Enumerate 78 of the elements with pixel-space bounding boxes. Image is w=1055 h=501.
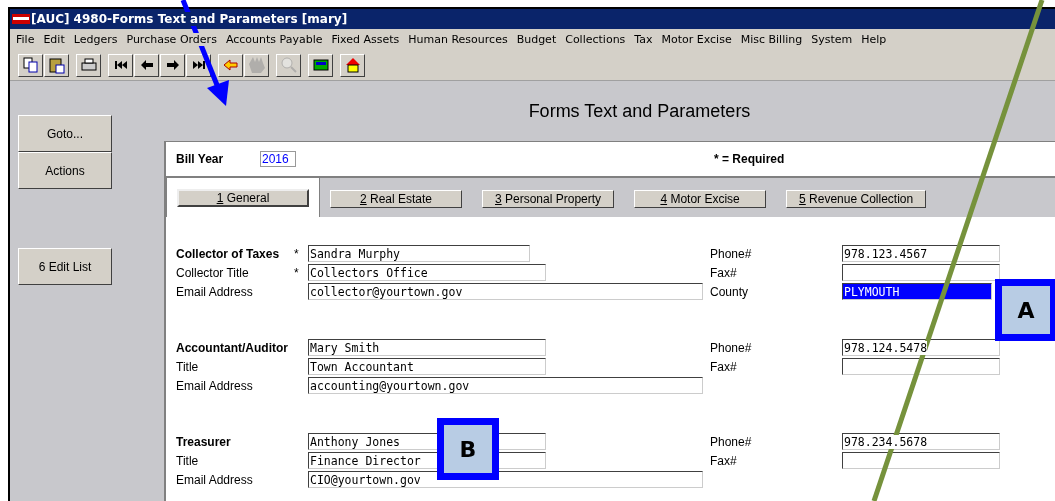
input-field[interactable]: Town Accountant [308, 358, 546, 375]
field-label: Collector of Taxes [176, 246, 281, 261]
menu-item[interactable]: Collections [565, 33, 626, 46]
menu-item[interactable]: Misc Billing [740, 33, 803, 46]
field-label: Phone# [710, 246, 752, 261]
field-label: Phone# [710, 340, 752, 355]
tab[interactable]: 5 Revenue Collection [786, 190, 927, 208]
input-field[interactable] [842, 452, 1000, 469]
input-field[interactable]: 978.124.5478 [842, 339, 1000, 356]
toolbar-button[interactable] [44, 53, 69, 77]
field-label: Accountant/Auditor [176, 340, 289, 355]
field-label: Phone# [710, 434, 752, 449]
input-field[interactable]: accounting@yourtown.gov [308, 377, 703, 394]
menu-item[interactable]: Help [861, 33, 887, 46]
field-label: County [710, 284, 749, 299]
field-label: Collector Title [176, 265, 250, 280]
field-label: Fax# [710, 265, 737, 280]
field-label: Email Address [176, 378, 254, 393]
page-title: Forms Text and Parameters [527, 100, 752, 123]
menu-item[interactable]: Budget [516, 33, 557, 46]
input-field[interactable]: 978.123.4567 [842, 245, 1000, 262]
calculator-icon [311, 56, 330, 74]
menu-item[interactable]: Motor Excise [661, 33, 732, 46]
side-button[interactable]: Goto... [18, 115, 112, 152]
required-mark: * [294, 246, 300, 261]
field-label: Fax# [710, 453, 737, 468]
app-icon [12, 14, 30, 24]
tab[interactable]: 2 Real Estate [330, 190, 462, 208]
toolbar-button[interactable] [18, 53, 43, 77]
field-label: Title [176, 453, 200, 468]
tab[interactable]: 3 Personal Property [482, 190, 615, 208]
field-label: Treasurer [176, 434, 232, 449]
toolbar-button[interactable] [160, 53, 185, 77]
hand-icon [247, 56, 266, 74]
window-title: [AUC] 4980-Forms Text and Parameters [mary] [31, 12, 348, 26]
toolbar-button[interactable] [340, 53, 365, 77]
menu-item[interactable]: System [811, 33, 853, 46]
printer-icon [79, 56, 98, 74]
input-field[interactable] [842, 358, 1000, 375]
side-button[interactable]: 6 Edit List [18, 248, 112, 285]
input-field[interactable]: Sandra Murphy [308, 245, 530, 262]
menu-item[interactable]: Accounts Payable [225, 33, 323, 46]
input-field[interactable]: CIO@yourtown.gov [308, 471, 703, 488]
required-mark: * [294, 265, 300, 280]
copy-icon [21, 56, 40, 74]
input-field[interactable]: 978.234.5678 [842, 433, 1000, 450]
exit-arrow-icon [221, 56, 240, 74]
input-field[interactable]: Collectors Office [308, 264, 546, 281]
menu-item[interactable]: Edit [43, 33, 65, 46]
menu-item[interactable]: Tax [634, 33, 653, 46]
toolbar-button[interactable] [108, 53, 133, 77]
search-icon [279, 56, 298, 74]
callout-label: A [995, 279, 1055, 341]
paste-icon [47, 56, 66, 74]
tab[interactable]: 1 General [177, 188, 309, 207]
side-button[interactable]: Actions [18, 152, 112, 189]
input-field[interactable]: Mary Smith [308, 339, 546, 356]
menu-item[interactable]: Human Resources [408, 33, 508, 46]
input-field[interactable]: 2016 [260, 151, 296, 167]
callout-label: B [437, 418, 499, 480]
menu-item[interactable]: Fixed Assets [331, 33, 400, 46]
required-note: * = Required [714, 152, 785, 166]
field-label: Email Address [176, 472, 254, 487]
menu-item[interactable]: Purchase Orders [126, 33, 217, 46]
menu-item[interactable]: File [16, 33, 35, 46]
menu-item[interactable]: Ledgers [73, 33, 118, 46]
toolbar-button[interactable] [76, 53, 101, 77]
field-label: Bill Year [176, 152, 225, 166]
toolbar-button[interactable] [134, 53, 159, 77]
field-label: Fax# [710, 359, 737, 374]
field-label: Title [176, 359, 200, 374]
input-field[interactable]: collector@yourtown.gov [308, 283, 703, 300]
toolbar-button[interactable] [218, 53, 243, 77]
input-field[interactable]: PLYMOUTH [842, 283, 992, 300]
input-field[interactable] [842, 264, 1000, 281]
field-label: Email Address [176, 284, 254, 299]
tab[interactable]: 4 Motor Excise [634, 190, 767, 208]
toolbar-button[interactable] [308, 53, 333, 77]
